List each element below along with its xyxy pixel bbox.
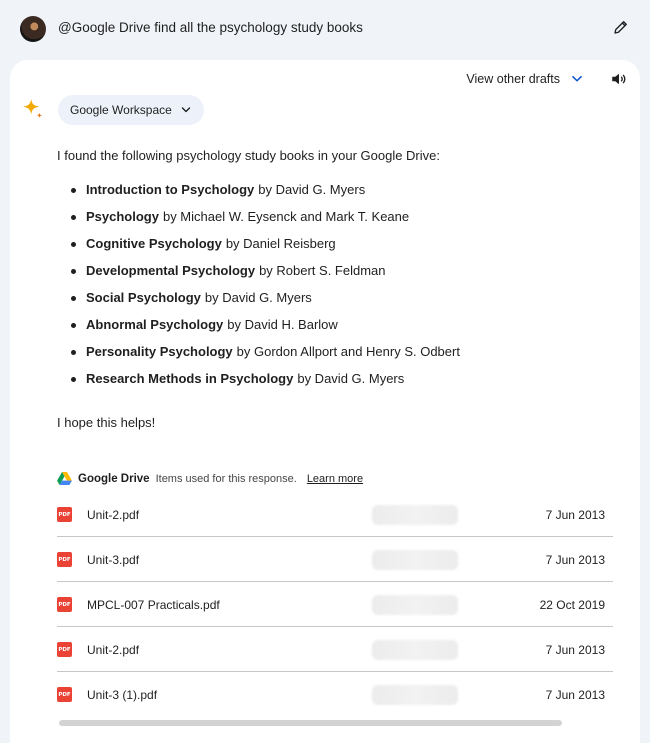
file-date: 7 Jun 2013 bbox=[545, 688, 605, 702]
user-avatar[interactable] bbox=[20, 16, 46, 42]
file-name[interactable]: MPCL-007 Practicals.pdf bbox=[87, 598, 220, 612]
file-name[interactable]: Unit-2.pdf bbox=[87, 643, 139, 657]
book-author: by Gordon Allport and Henry S. Odbert bbox=[236, 344, 460, 359]
pdf-icon: PDF bbox=[57, 552, 72, 567]
file-date: 22 Oct 2019 bbox=[539, 598, 605, 612]
sources-note: Items used for this response. bbox=[155, 472, 297, 485]
file-name[interactable]: Unit-2.pdf bbox=[87, 508, 139, 522]
book-title: Social Psychology bbox=[86, 290, 201, 305]
book-author: by David G. Myers bbox=[297, 371, 405, 386]
redacted-cell bbox=[372, 685, 458, 705]
book-title: Personality Psychology bbox=[86, 344, 233, 359]
book-item: Social Psychology by David G. Myers bbox=[57, 290, 460, 317]
google-workspace-chip[interactable]: Google Workspace bbox=[58, 95, 204, 125]
pdf-icon: PDF bbox=[57, 687, 72, 702]
book-item: Abnormal Psychology by David H. Barlow bbox=[57, 317, 460, 344]
pdf-icon: PDF bbox=[57, 507, 72, 522]
file-row[interactable]: PDF Unit-2.pdf 7 Jun 2013 bbox=[57, 492, 613, 537]
book-item: Introduction to Psychology by David G. My… bbox=[57, 182, 460, 209]
speaker-icon[interactable] bbox=[610, 70, 628, 88]
prompt-text: @Google Drive find all the psychology st… bbox=[58, 20, 363, 35]
book-item: Psychology by Michael W. Eysenck and Mark… bbox=[57, 209, 460, 236]
file-name[interactable]: Unit-3.pdf bbox=[87, 553, 139, 567]
file-row[interactable]: PDF Unit-2.pdf 7 Jun 2013 bbox=[57, 627, 613, 672]
book-list: Introduction to Psychology by David G. My… bbox=[57, 182, 460, 398]
file-row[interactable]: PDF MPCL-007 Practicals.pdf 22 Oct 2019 bbox=[57, 582, 613, 627]
pdf-icon: PDF bbox=[57, 597, 72, 612]
book-item: Developmental Psychology by Robert S. Fel… bbox=[57, 263, 460, 290]
file-name[interactable]: Unit-3 (1).pdf bbox=[87, 688, 157, 702]
drive-label: Google Drive bbox=[78, 472, 150, 485]
chevron-down-icon bbox=[181, 107, 191, 113]
file-date: 7 Jun 2013 bbox=[545, 643, 605, 657]
book-author: by David H. Barlow bbox=[227, 317, 338, 332]
book-item: Personality Psychology by Gordon Allport … bbox=[57, 344, 460, 371]
book-item: Cognitive Psychology by Daniel Reisberg bbox=[57, 236, 460, 263]
sources-header: Google Drive Items used for this respons… bbox=[57, 472, 363, 485]
response-intro: I found the following psychology study b… bbox=[57, 148, 440, 163]
sparkle-icon bbox=[22, 98, 43, 119]
google-drive-icon bbox=[57, 472, 72, 485]
response-card: View other drafts Google Workspace I fou… bbox=[10, 60, 640, 743]
book-author: by Daniel Reisberg bbox=[225, 236, 336, 251]
book-author: by Michael W. Eysenck and Mark T. Keane bbox=[162, 209, 410, 224]
file-row[interactable]: PDF Unit-3 (1).pdf 7 Jun 2013 bbox=[57, 672, 613, 716]
view-other-drafts-button[interactable]: View other drafts bbox=[466, 72, 584, 86]
chevron-down-icon bbox=[572, 75, 582, 82]
book-title: Abnormal Psychology bbox=[86, 317, 224, 332]
redacted-cell bbox=[372, 595, 458, 615]
book-author: by David G. Myers bbox=[258, 182, 366, 197]
file-date: 7 Jun 2013 bbox=[545, 508, 605, 522]
drafts-label: View other drafts bbox=[466, 72, 560, 86]
redacted-cell bbox=[372, 550, 458, 570]
pdf-icon: PDF bbox=[57, 642, 72, 657]
redacted-cell bbox=[372, 505, 458, 525]
workspace-chip-label: Google Workspace bbox=[70, 103, 172, 117]
learn-more-link[interactable]: Learn more bbox=[307, 473, 363, 485]
book-title: Developmental Psychology bbox=[86, 263, 256, 278]
book-author: by David G. Myers bbox=[204, 290, 312, 305]
horizontal-scrollbar[interactable] bbox=[59, 720, 562, 726]
book-author: by Robert S. Feldman bbox=[259, 263, 386, 278]
file-row[interactable]: PDF Unit-3.pdf 7 Jun 2013 bbox=[57, 537, 613, 582]
source-file-list: PDF Unit-2.pdf 7 Jun 2013 PDF Unit-3.pdf… bbox=[57, 492, 613, 716]
prompt-bar: @Google Drive find all the psychology st… bbox=[0, 0, 650, 56]
redacted-cell bbox=[372, 640, 458, 660]
book-title: Introduction to Psychology bbox=[86, 182, 255, 197]
book-item: Research Methods in Psychology by David G… bbox=[57, 371, 460, 398]
response-closing: I hope this helps! bbox=[57, 415, 156, 430]
file-date: 7 Jun 2013 bbox=[545, 553, 605, 567]
book-title: Psychology bbox=[86, 209, 159, 224]
book-title: Research Methods in Psychology bbox=[86, 371, 294, 386]
book-title: Cognitive Psychology bbox=[86, 236, 222, 251]
pencil-icon[interactable] bbox=[612, 18, 630, 36]
